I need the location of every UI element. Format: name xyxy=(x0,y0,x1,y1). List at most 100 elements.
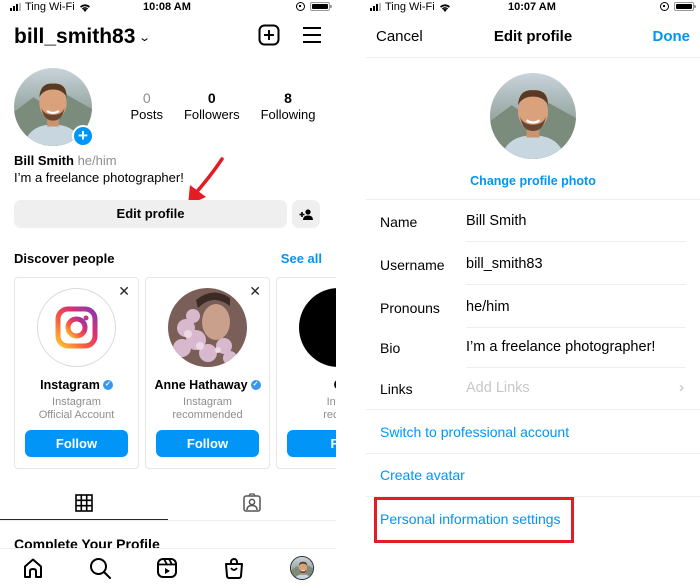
verified-badge-icon: ✓ xyxy=(102,380,113,390)
profile-tabs xyxy=(0,486,336,521)
stat-value: 0 xyxy=(207,90,216,106)
suggestion-card[interactable]: ✕ Anne Hathaway ✓ Instagram recommended Fo… xyxy=(145,277,270,469)
add-story-icon[interactable]: + xyxy=(72,125,94,147)
divider xyxy=(366,57,700,58)
pronouns-input[interactable]: he/him xyxy=(466,299,510,315)
profile-header: bill_smith83 ⌄ xyxy=(14,22,322,52)
close-icon[interactable]: ✕ xyxy=(118,283,130,300)
edit-profile-button[interactable]: Edit profile xyxy=(14,200,287,228)
subtitle-line: recommended xyxy=(172,409,243,421)
suggestion-subtitle: Instagram recommended xyxy=(146,396,269,422)
divider xyxy=(466,241,686,242)
carrier-name: Ting Wi-Fi xyxy=(25,1,75,13)
search-icon[interactable] xyxy=(89,557,112,579)
follow-button[interactable]: Follow xyxy=(156,430,259,457)
see-all-link[interactable]: See all xyxy=(281,251,322,266)
shop-icon[interactable] xyxy=(223,557,245,579)
subtitle-line: Insta xyxy=(326,396,336,408)
bio-text: I’m a freelance photographer! xyxy=(14,170,184,185)
links-input[interactable]: Add Links xyxy=(466,380,530,396)
username-input[interactable]: bill_smith83 xyxy=(466,256,543,272)
profile-photo[interactable] xyxy=(490,73,576,159)
done-button[interactable]: Done xyxy=(653,28,691,45)
bottom-nav xyxy=(0,548,336,586)
chevron-right-icon: › xyxy=(679,379,684,396)
field-username[interactable]: Username bill_smith83 xyxy=(380,243,686,285)
profile-avatar-nav[interactable] xyxy=(289,555,314,580)
suggestion-card[interactable]: ✕ Instagram ✓ Instagram Official Account F… xyxy=(14,277,139,469)
display-name: Bill Smith xyxy=(14,153,74,168)
change-profile-photo-link[interactable]: Change profile photo xyxy=(366,174,700,188)
new-post-icon[interactable] xyxy=(258,24,280,46)
profile-screen: Ting Wi-Fi 10:08 AM bill_smith83 ⌄ + 0 P… xyxy=(0,0,336,586)
field-name[interactable]: Name Bill Smith xyxy=(380,200,686,242)
grid-icon xyxy=(75,493,93,512)
status-icons xyxy=(660,2,696,11)
wifi-icon xyxy=(79,3,90,12)
stat-value: 8 xyxy=(284,90,292,106)
suggestion-name: G xyxy=(277,378,336,392)
annotation-highlight-box xyxy=(374,497,574,543)
divider xyxy=(366,409,700,410)
field-links[interactable]: Links Add Links › xyxy=(380,367,686,409)
name-input[interactable]: Bill Smith xyxy=(466,213,526,229)
stat-followers[interactable]: 0 Followers xyxy=(184,90,240,122)
stat-label: Followers xyxy=(183,107,240,122)
wifi-icon xyxy=(439,3,450,12)
stat-posts[interactable]: 0 Posts xyxy=(130,90,163,122)
suggestion-cards: ✕ Instagram ✓ Instagram Official Account F… xyxy=(14,277,336,469)
suggestion-subtitle: Instarecom xyxy=(277,396,336,422)
subtitle-line: Official Account xyxy=(38,409,115,421)
suggestion-subtitle: Instagram Official Account xyxy=(15,396,138,422)
carrier: Ting Wi-Fi xyxy=(10,1,91,13)
page-title: Edit profile xyxy=(493,28,573,45)
suggestion-name: Instagram ✓ xyxy=(15,378,138,392)
name-text: Anne Hathaway xyxy=(154,378,248,392)
reels-icon[interactable] xyxy=(156,557,178,579)
subtitle-line: Instagram xyxy=(52,396,101,408)
chevron-down-icon: ⌄ xyxy=(138,31,152,44)
suggestion-avatar xyxy=(299,288,336,367)
follow-button[interactable]: Follow xyxy=(25,430,128,457)
field-bio[interactable]: Bio I’m a freelance photographer! xyxy=(380,326,686,368)
account-switcher[interactable]: bill_smith83 ⌄ xyxy=(14,25,152,49)
divider xyxy=(366,453,700,454)
tagged-icon xyxy=(243,493,261,512)
clock: 10:07 AM xyxy=(508,1,556,13)
stat-label: Posts xyxy=(130,107,163,122)
follow-button[interactable]: Fo xyxy=(287,430,336,457)
tab-tagged[interactable] xyxy=(168,486,336,520)
discover-people-button[interactable] xyxy=(292,200,320,228)
field-label: Links xyxy=(380,381,413,397)
stat-following[interactable]: 8 Following xyxy=(261,90,316,122)
subtitle-line: recom xyxy=(323,409,336,421)
discover-people-header: Discover people See all xyxy=(14,251,322,266)
status-bar: Ting Wi-Fi 10:08 AM xyxy=(0,0,336,16)
stat-label: Following xyxy=(260,107,316,122)
suggestion-avatar xyxy=(168,288,247,367)
field-pronouns[interactable]: Pronouns he/him xyxy=(380,286,686,328)
edit-profile-nav: Cancel Edit profile Done xyxy=(366,28,700,52)
bio-input[interactable]: I’m a freelance photographer! xyxy=(466,339,655,355)
suggestion-card[interactable]: G Instarecom Fo xyxy=(276,277,336,469)
pronouns: he/him xyxy=(77,153,117,168)
battery-icon xyxy=(674,2,696,11)
field-label: Username xyxy=(380,257,445,273)
signal-icon xyxy=(370,3,381,11)
carrier: Ting Wi-Fi xyxy=(370,1,451,13)
orientation-lock-icon xyxy=(660,2,669,11)
close-icon[interactable]: ✕ xyxy=(249,283,261,300)
switch-professional-link[interactable]: Switch to professional account xyxy=(380,424,569,440)
section-title: Discover people xyxy=(14,251,115,266)
tab-posts[interactable] xyxy=(0,486,168,520)
status-bar: Ting Wi-Fi 10:07 AM xyxy=(366,0,700,16)
profile-bio: Bill Smith he/him I’m a freelance photog… xyxy=(14,152,184,186)
carrier-name: Ting Wi-Fi xyxy=(385,1,435,13)
battery-icon xyxy=(310,2,332,11)
create-avatar-link[interactable]: Create avatar xyxy=(380,467,465,483)
profile-avatar[interactable]: + xyxy=(14,68,94,147)
signal-icon xyxy=(10,3,21,11)
menu-icon[interactable] xyxy=(302,26,322,44)
home-icon[interactable] xyxy=(22,557,44,579)
name-text: Instagram xyxy=(40,378,100,392)
